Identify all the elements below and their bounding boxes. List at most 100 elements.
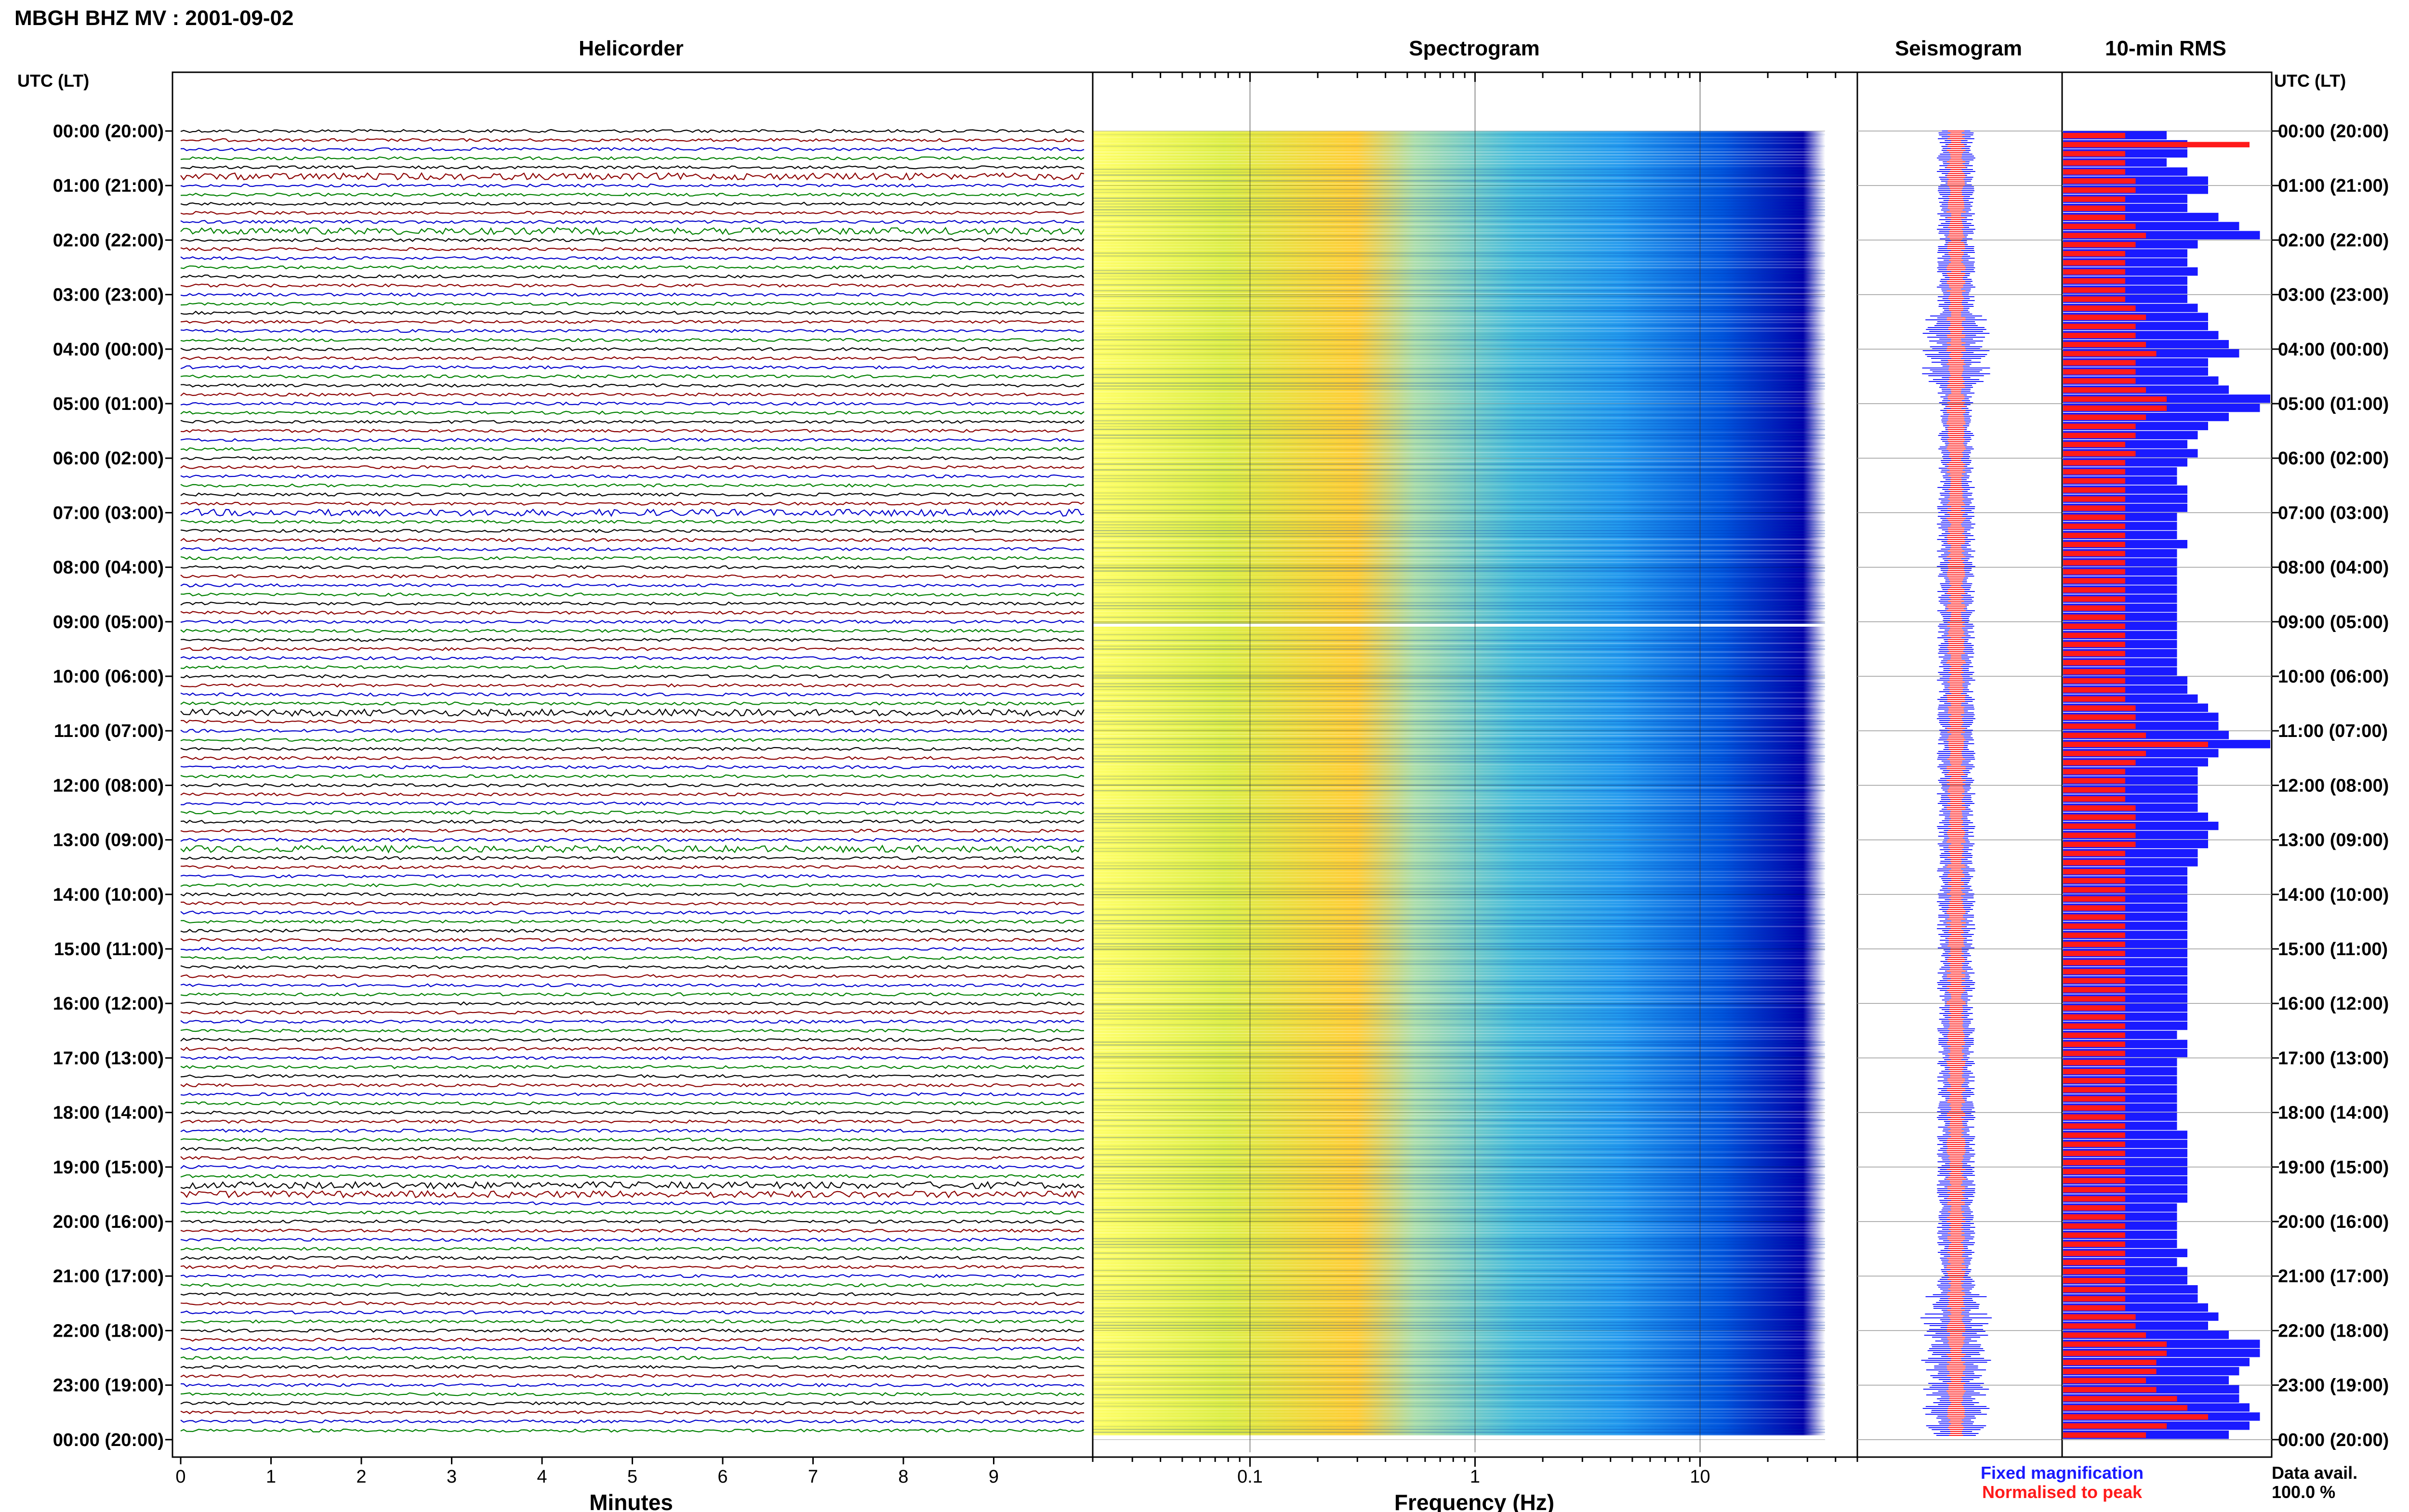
spectrogram-stripe <box>1093 671 1825 673</box>
spectrogram-stripe <box>1093 1414 1825 1416</box>
spectrogram-stripe <box>1093 695 1825 696</box>
rms-bar-normalised <box>2063 987 2125 993</box>
rms-bar-normalised <box>2063 933 2125 938</box>
spectrogram-stripe <box>1093 287 1825 289</box>
spectrogram-x-tick-label: 10 <box>1690 1467 1710 1487</box>
spectrogram-stripe <box>1093 1096 1825 1098</box>
spectrogram-stripe <box>1093 203 1825 205</box>
spectrogram-stripe <box>1093 382 1825 384</box>
time-label-left: 18:00 (14:00) <box>53 1103 164 1123</box>
spectrogram-stripe <box>1093 761 1825 763</box>
data-availability-label: Data avail. <box>2272 1463 2357 1483</box>
spectrogram-stripe <box>1093 1203 1825 1205</box>
rms-bar-normalised <box>2063 1378 2146 1383</box>
helicorder-title: Helicorder <box>579 37 684 60</box>
spectrogram-stripe <box>1093 304 1825 306</box>
spectrogram-stripe <box>1093 319 1825 320</box>
spectrogram-stripe <box>1093 229 1825 231</box>
spectrogram-stripe <box>1093 307 1825 309</box>
rms-bar-normalised <box>2063 869 2125 875</box>
spectrogram-stripe <box>1093 183 1825 184</box>
rms-bar-normalised <box>2063 524 2125 529</box>
rms-bar-normalised <box>2063 651 2125 657</box>
spectrogram-stripe <box>1093 400 1825 401</box>
time-label-right: 19:00 (15:00) <box>2278 1157 2389 1178</box>
rms-bar-normalised <box>2063 351 2157 356</box>
spectrogram-stripe <box>1093 478 1825 479</box>
spectrogram-stripe <box>1093 576 1825 578</box>
spectrogram-stripe <box>1093 747 1825 748</box>
spectrogram-stripe <box>1093 816 1825 817</box>
spectrogram-stripe <box>1093 596 1825 598</box>
rms-bar-normalised <box>2063 296 2125 302</box>
spectrogram-stripe <box>1093 1420 1825 1421</box>
spectrogram-stripe <box>1093 1067 1825 1069</box>
spectrogram-stripe <box>1093 1371 1825 1372</box>
spectrogram-stripe <box>1093 856 1825 858</box>
spectrogram-stripe <box>1093 946 1825 947</box>
spectrogram-stripe <box>1093 888 1825 890</box>
time-label-left: 00:00 (20:00) <box>53 121 164 142</box>
rms-bar-normalised <box>2063 878 2125 884</box>
spectrogram-stripe <box>1093 354 1825 355</box>
spectrogram-stripe <box>1093 804 1825 806</box>
spectrogram-stripe <box>1093 1273 1825 1274</box>
spectrogram-stripe <box>1093 460 1825 462</box>
rms-bar-normalised <box>2063 832 2136 838</box>
rms-bar-normalised <box>2063 660 2125 666</box>
spectrogram-stripe <box>1093 683 1825 684</box>
spectrogram-stripe <box>1093 585 1825 586</box>
spectrogram-stripe <box>1093 926 1825 927</box>
spectrogram-stripe <box>1093 1163 1825 1164</box>
time-label-left: 15:00 (11:00) <box>54 939 164 960</box>
spectrogram-stripe <box>1093 1426 1825 1427</box>
spectrogram-stripe <box>1093 1033 1825 1034</box>
spectrogram-stripe <box>1093 1209 1825 1210</box>
spectrogram-stripe <box>1093 591 1825 592</box>
rms-bar-normalised <box>2063 569 2125 575</box>
spectrogram-stripe <box>1093 443 1825 445</box>
spectrogram-stripe <box>1093 1079 1825 1080</box>
spectrogram-stripe <box>1093 593 1825 595</box>
spectrogram-stripe <box>1093 1018 1825 1020</box>
spectrogram-stripe <box>1093 1039 1825 1040</box>
spectrogram-stripe <box>1093 527 1825 528</box>
spectrogram-stripe <box>1093 807 1825 809</box>
spectrogram-stripe <box>1093 1044 1825 1046</box>
spectrogram-stripe <box>1093 1235 1825 1236</box>
time-label-right: 06:00 (02:00) <box>2278 448 2389 469</box>
spectrogram-stripe <box>1093 1394 1825 1395</box>
spectrogram-stripe <box>1093 507 1825 508</box>
rms-bar-normalised <box>2063 841 2136 847</box>
spectrogram-stripe <box>1093 799 1825 800</box>
spectrogram-stripe <box>1093 1322 1825 1323</box>
rms-bar-normalised <box>2063 1105 2125 1111</box>
rms-bar-normalised <box>2063 1087 2125 1093</box>
rms-bar-normalised <box>2063 478 2125 484</box>
spectrogram-stripe <box>1093 645 1825 647</box>
spectrogram-stripe <box>1093 209 1825 210</box>
rms-bar-normalised <box>2063 423 2136 429</box>
time-label-right: 15:00 (11:00) <box>2278 939 2388 960</box>
spectrogram-stripe <box>1093 697 1825 699</box>
spectrogram-stripe <box>1093 903 1825 904</box>
spectrogram-stripe <box>1093 934 1825 936</box>
helicorder-x-tick-label: 8 <box>898 1467 908 1487</box>
rms-bar-normalised <box>2063 233 2146 238</box>
spectrogram-stripe <box>1093 836 1825 838</box>
spectrogram-stripe <box>1093 908 1825 910</box>
rms-bar-normalised <box>2063 969 2125 974</box>
spectrogram-stripe <box>1093 978 1825 979</box>
helicorder-x-tick-label: 6 <box>717 1467 728 1487</box>
spectrogram-stripe <box>1093 486 1825 488</box>
time-label-right: 16:00 (12:00) <box>2278 994 2389 1014</box>
spectrogram-stripe <box>1093 276 1825 277</box>
spectrogram-stripe <box>1093 643 1825 644</box>
spectrogram-stripe <box>1093 966 1825 968</box>
spectrogram-stripe <box>1093 802 1825 803</box>
spectrogram-stripe <box>1093 1007 1825 1008</box>
spectrogram-stripe <box>1093 154 1825 156</box>
rms-bar-normalised <box>2063 1187 2125 1193</box>
rms-bar-normalised <box>2063 1332 2146 1338</box>
spectrogram-stripe <box>1093 241 1825 242</box>
